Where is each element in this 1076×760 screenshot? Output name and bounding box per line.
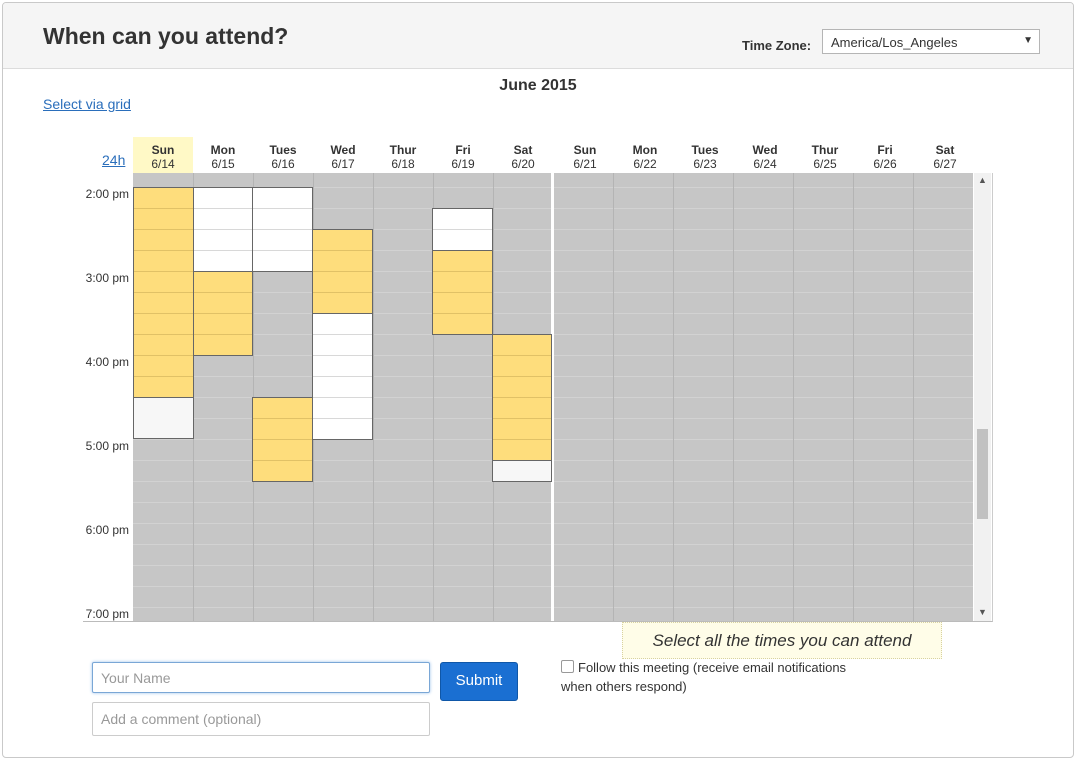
available-slot-wed[interactable] <box>312 229 373 314</box>
open-slot-fri[interactable] <box>432 208 493 251</box>
availability-grid[interactable] <box>133 173 973 621</box>
grid-column-line <box>793 173 794 621</box>
timezone-value: America/Los_Angeles <box>831 35 958 50</box>
day-name: Tues <box>691 143 719 157</box>
scrollbar-thumb[interactable] <box>977 429 988 519</box>
header-bar: When can you attend? Time Zone: America/… <box>3 3 1073 69</box>
day-header-wed-617: Wed 6/17 <box>313 143 373 171</box>
day-date: 6/26 <box>873 157 897 171</box>
instruction-banner: Select all the times you can attend <box>622 622 942 659</box>
follow-checkbox[interactable] <box>561 660 574 673</box>
submit-button[interactable]: Submit <box>440 662 518 701</box>
day-date: 6/18 <box>391 157 415 171</box>
day-date: 6/20 <box>511 157 535 171</box>
month-title: June 2015 <box>499 77 577 94</box>
toggle-24h-link[interactable]: 24h <box>102 152 125 168</box>
day-date: 6/21 <box>573 157 597 171</box>
day-date: 6/23 <box>693 157 717 171</box>
day-header-mon-615: Mon 6/15 <box>193 143 253 171</box>
page-title: When can you attend? <box>43 23 289 49</box>
scroll-down-arrow-icon[interactable]: ▼ <box>978 607 987 617</box>
day-name: Sat <box>935 143 955 157</box>
attendance-panel: When can you attend? Time Zone: America/… <box>2 2 1074 758</box>
day-name: Wed <box>330 143 356 157</box>
day-name: Sun <box>573 143 597 157</box>
timezone-label: Time Zone: <box>742 38 812 53</box>
day-date: 6/24 <box>753 157 777 171</box>
open-slot-sat[interactable] <box>492 460 552 482</box>
day-name: Mon <box>210 143 236 157</box>
open-slot-tues[interactable] <box>252 187 313 272</box>
day-name: Fri <box>455 143 471 157</box>
follow-label: Follow this meeting (receive email notif… <box>561 660 847 694</box>
grid-column-line <box>673 173 674 621</box>
grid-column-line <box>913 173 914 621</box>
day-header-sun-621: Sun 6/21 <box>555 143 615 171</box>
day-name: Tues <box>269 143 297 157</box>
available-slot-sat[interactable] <box>492 334 552 461</box>
grid-column-line <box>373 173 374 621</box>
day-header-thur-618: Thur 6/18 <box>373 143 433 171</box>
day-date: 6/27 <box>933 157 957 171</box>
open-slot-sun[interactable] <box>133 397 194 439</box>
timezone-select[interactable]: America/Los_Angeles ▼ <box>822 29 1040 54</box>
day-header-mon-622: Mon 6/22 <box>615 143 675 171</box>
day-date: 6/17 <box>331 157 355 171</box>
follow-meeting-option[interactable]: Follow this meeting (receive email notif… <box>561 658 861 696</box>
day-name: Sat <box>513 143 533 157</box>
day-header-thur-625: Thur 6/25 <box>795 143 855 171</box>
available-slot-tues[interactable] <box>252 397 313 482</box>
day-name: Fri <box>877 143 893 157</box>
day-date: 6/14 <box>151 157 175 171</box>
day-date: 6/19 <box>451 157 475 171</box>
day-header-sat-620: Sat 6/20 <box>493 143 553 171</box>
day-header-fri-626: Fri 6/26 <box>855 143 915 171</box>
available-slot-sun[interactable] <box>133 187 194 398</box>
available-slot-mon[interactable] <box>193 271 253 356</box>
scroll-up-arrow-icon[interactable]: ▲ <box>978 175 987 185</box>
open-slot-mon[interactable] <box>193 187 253 272</box>
available-slot-fri[interactable] <box>432 250 493 335</box>
chevron-down-icon: ▼ <box>1023 35 1033 46</box>
day-name: Sun <box>151 143 175 157</box>
day-header-sat-627: Sat 6/27 <box>915 143 975 171</box>
availability-grid-container: ▲ ▼ <box>83 173 993 622</box>
day-header-tues-623: Tues 6/23 <box>675 143 735 171</box>
day-date: 6/15 <box>211 157 235 171</box>
day-header-sun-614: Sun 6/14 <box>133 137 193 173</box>
day-header-fri-619: Fri 6/19 <box>433 143 493 171</box>
day-header-wed-624: Wed 6/24 <box>735 143 795 171</box>
day-name: Wed <box>752 143 778 157</box>
day-name: Thur <box>389 143 417 157</box>
day-date: 6/16 <box>271 157 295 171</box>
grid-column-line <box>733 173 734 621</box>
open-slot-wed[interactable] <box>312 313 373 440</box>
grid-column-line <box>853 173 854 621</box>
name-input[interactable] <box>92 662 430 693</box>
grid-column-line <box>613 173 614 621</box>
comment-input[interactable] <box>92 702 430 736</box>
day-date: 6/22 <box>633 157 657 171</box>
day-header-tues-616: Tues 6/16 <box>253 143 313 171</box>
select-via-grid-link[interactable]: Select via grid <box>43 96 131 112</box>
day-date: 6/25 <box>813 157 837 171</box>
day-name: Mon <box>632 143 658 157</box>
grid-scrollbar[interactable]: ▲ ▼ <box>974 173 991 621</box>
day-name: Thur <box>811 143 839 157</box>
